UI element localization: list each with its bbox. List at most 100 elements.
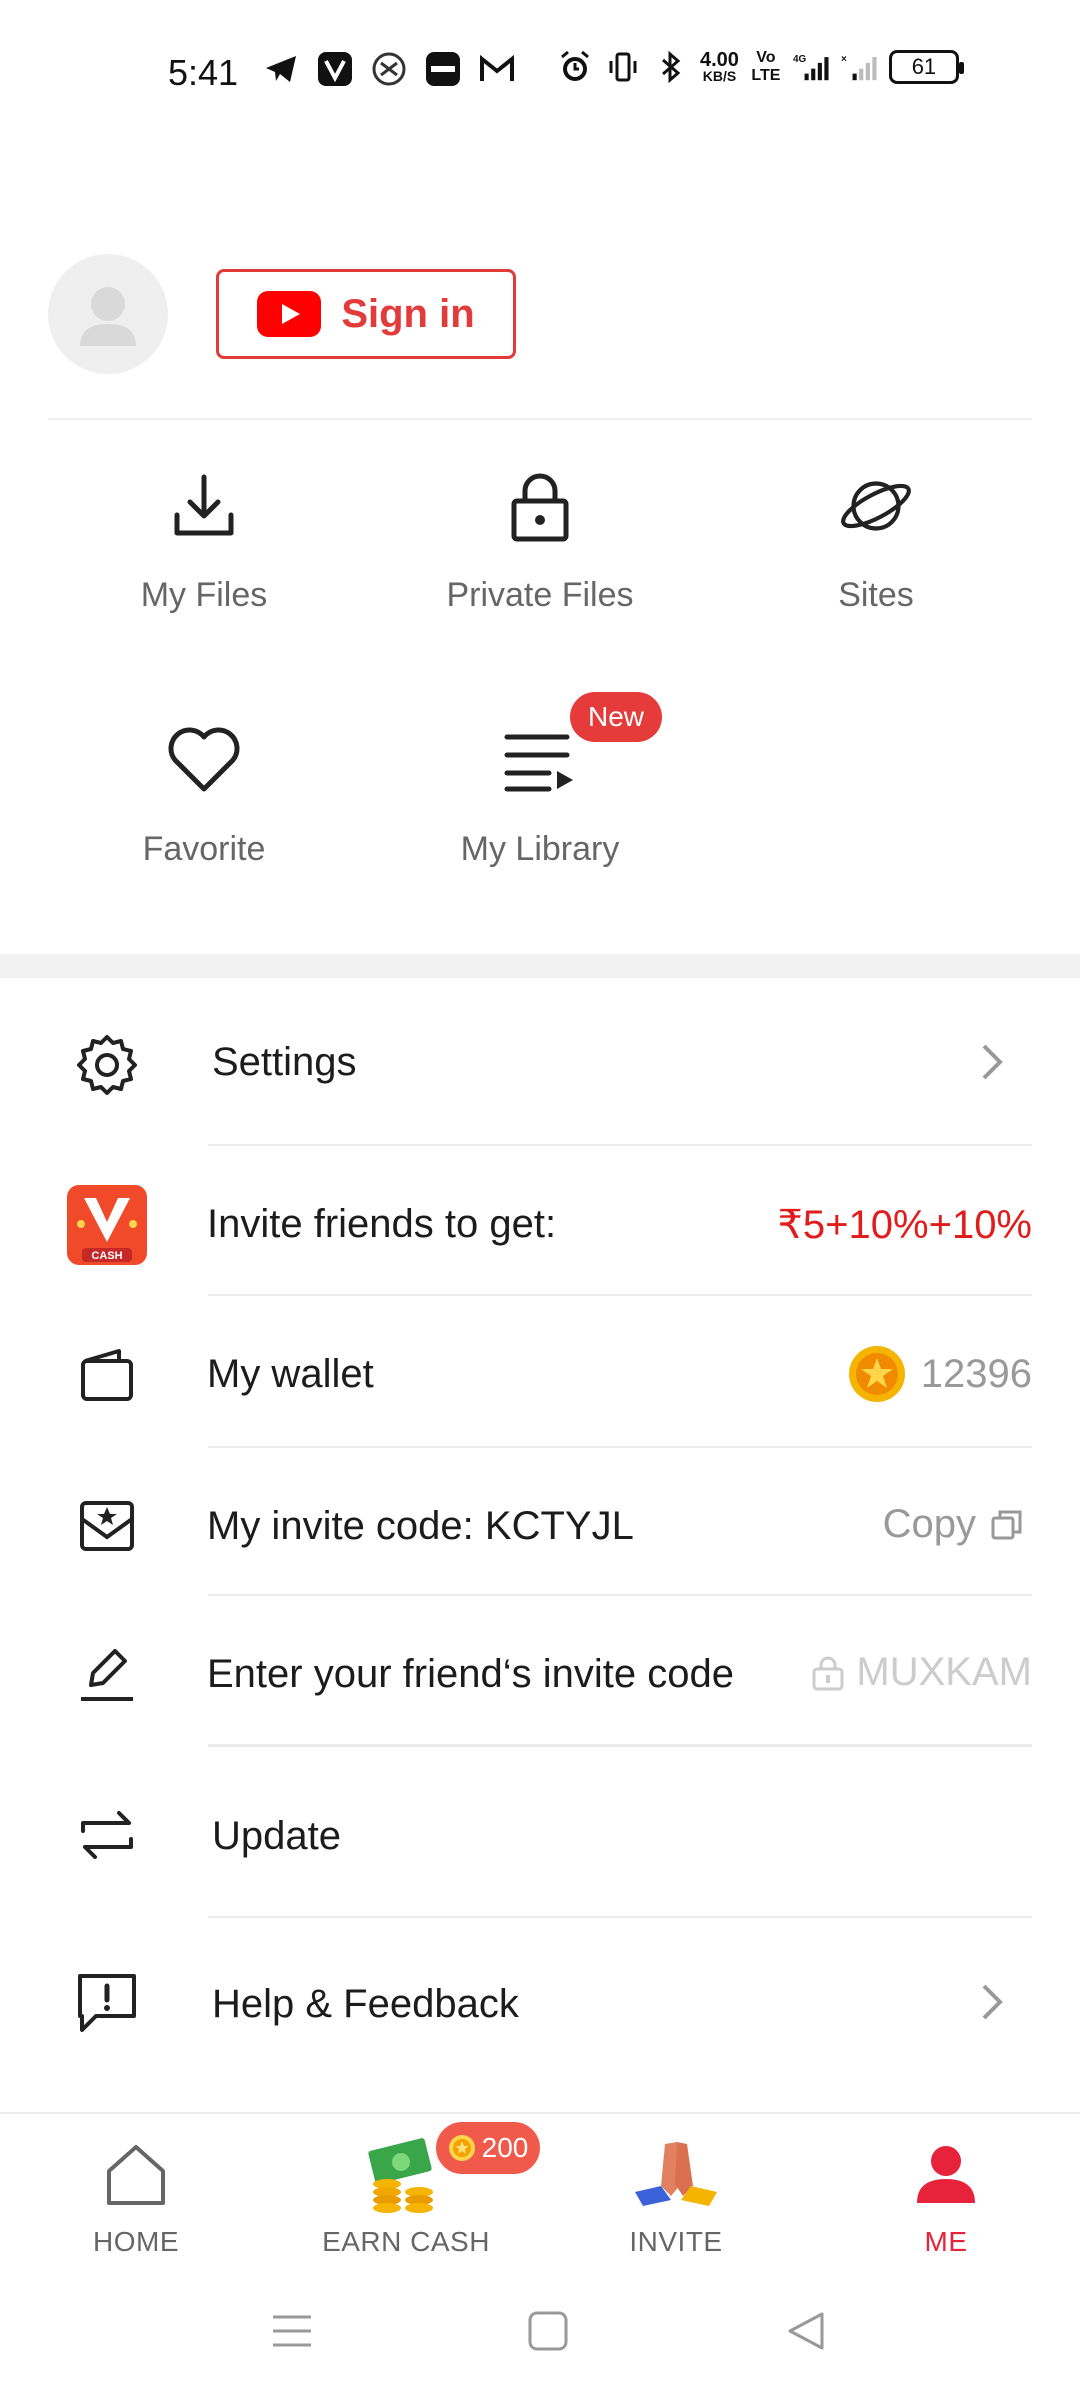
divider xyxy=(208,1594,1032,1596)
invite-icon xyxy=(631,2134,721,2214)
grid-item-private-files[interactable]: Private Files xyxy=(390,466,690,666)
bluetooth-icon xyxy=(652,48,690,86)
battery-level: 61 xyxy=(911,54,937,79)
divider xyxy=(208,1744,1032,1747)
net-speed: 4.00 KB/S xyxy=(700,49,739,83)
wallet-row[interactable]: My wallet 12396 xyxy=(0,1320,1080,1430)
copy-button[interactable]: Copy xyxy=(883,1502,1024,1547)
wallet-label: My wallet xyxy=(207,1352,374,1396)
edit-pencil-icon xyxy=(62,1628,152,1718)
friend-code-text: MUXKAM xyxy=(856,1650,1032,1694)
back-icon[interactable] xyxy=(776,2306,836,2356)
invite-code-row: My invite code: KCTYJL Copy xyxy=(0,1470,1080,1580)
menu-icon[interactable] xyxy=(262,2306,322,2356)
lock-icon xyxy=(500,466,580,546)
friend-invite-code-row[interactable]: Enter your friend‘s invite code MUXKAM xyxy=(0,1618,1080,1728)
alarm-icon xyxy=(556,48,594,86)
divider xyxy=(208,1294,1032,1296)
earn-cash-badge: 200 xyxy=(436,2122,540,2174)
gmail-icon xyxy=(478,50,516,88)
gear-icon xyxy=(62,1020,152,1110)
battery-indicator: 61 xyxy=(888,50,964,84)
home-button-icon[interactable] xyxy=(518,2306,578,2356)
grid-item-sites[interactable]: Sites xyxy=(726,466,1026,666)
feedback-icon xyxy=(62,1958,152,2048)
sign-in-label: Sign in xyxy=(341,291,475,336)
settings-label: Settings xyxy=(212,1040,357,1084)
vidmate-cash-app-icon: CASH xyxy=(62,1180,152,1270)
system-navigation-bar xyxy=(0,2262,1080,2400)
planet-icon xyxy=(836,466,916,546)
help-feedback-row[interactable]: Help & Feedback xyxy=(0,1948,1080,2058)
heart-icon xyxy=(164,720,244,800)
chevron-right-icon xyxy=(980,1042,1004,1087)
nav-me[interactable]: ME xyxy=(846,2134,1046,2258)
nav-home-label: HOME xyxy=(93,2226,179,2257)
signal-4g-icon: 4G xyxy=(793,48,831,86)
invite-code-label: My invite code: KCTYJL xyxy=(207,1504,634,1548)
system-status-icons: 4.00 KB/S Vo LTE 4G × 61 xyxy=(556,48,964,86)
friend-code-value: MUXKAM xyxy=(810,1650,1032,1695)
nav-invite-label: INVITE xyxy=(629,2226,723,2257)
divider xyxy=(208,1916,1032,1918)
nav-earn-cash-label: EARN CASH xyxy=(322,2226,490,2257)
invite-friends-row[interactable]: CASH Invite friends to get: ₹5+10%+10% xyxy=(0,1170,1080,1280)
wallet-balance: 12396 xyxy=(847,1344,1032,1404)
friend-invite-code-label: Enter your friend‘s invite code xyxy=(207,1652,734,1696)
signal-weak-icon: × xyxy=(841,48,879,86)
grid-label: Private Files xyxy=(446,576,634,614)
youtube-icon xyxy=(257,291,322,337)
coin-icon xyxy=(848,1346,905,1402)
copy-icon xyxy=(991,1510,1022,1539)
grid-item-my-files[interactable]: My Files xyxy=(54,466,354,666)
svg-text:4G: 4G xyxy=(793,54,807,65)
app-icon-text: CASH xyxy=(91,1250,122,1262)
grid-label: Favorite xyxy=(142,830,266,868)
wallet-icon xyxy=(62,1330,152,1420)
divider xyxy=(208,1446,1032,1448)
grid-label: My Library xyxy=(460,830,620,868)
playlist-icon xyxy=(500,720,580,800)
new-badge: New xyxy=(570,692,662,742)
svg-text:×: × xyxy=(841,54,847,65)
coin-icon xyxy=(448,2135,475,2161)
grid-label: My Files xyxy=(140,576,268,614)
update-label: Update xyxy=(212,1814,341,1858)
settings-row[interactable]: Settings xyxy=(0,1010,1080,1120)
telegram-icon xyxy=(262,50,300,88)
status-time: 5:41 xyxy=(168,52,239,93)
invite-friends-label: Invite friends to get: xyxy=(207,1202,557,1246)
grid-label: Sites xyxy=(838,576,914,614)
net-speed-value: 4.00 xyxy=(700,49,739,71)
grid-item-favorite[interactable]: Favorite xyxy=(54,720,354,920)
update-row[interactable]: Update xyxy=(0,1780,1080,1890)
vibrate-icon xyxy=(604,48,642,86)
nav-invite[interactable]: INVITE xyxy=(576,2134,776,2258)
help-feedback-label: Help & Feedback xyxy=(212,1982,519,2026)
wallet-balance-value: 12396 xyxy=(920,1351,1032,1396)
notification-icons xyxy=(262,50,516,88)
v-app-icon xyxy=(316,50,354,88)
sign-in-button[interactable]: Sign in xyxy=(216,269,516,359)
bottom-nav: HOME EARN CASH INVITE ME xyxy=(0,2112,1080,2262)
divider xyxy=(208,1144,1032,1146)
download-icon xyxy=(164,466,244,546)
chevron-right-icon xyxy=(980,1982,1004,2027)
paytm-icon xyxy=(424,50,462,88)
divider xyxy=(48,418,1032,420)
person-icon xyxy=(901,2134,991,2214)
home-icon xyxy=(91,2134,181,2214)
lock-icon xyxy=(812,1656,844,1690)
earn-cash-badge-value: 200 xyxy=(481,2132,529,2163)
invite-reward-value: ₹5+10%+10% xyxy=(777,1203,1032,1247)
grid-item-my-library[interactable]: My Library xyxy=(390,720,690,920)
update-arrows-icon xyxy=(62,1790,152,1880)
status-bar: 5:41 4.00 KB/S Vo LTE 4G × 61 xyxy=(0,0,1080,140)
invite-envelope-icon xyxy=(62,1480,152,1570)
shield-app-icon xyxy=(370,50,408,88)
avatar[interactable] xyxy=(48,254,168,374)
volte-indicator: Vo LTE xyxy=(751,49,781,84)
nav-me-label: ME xyxy=(924,2226,968,2257)
nav-home[interactable]: HOME xyxy=(36,2134,236,2258)
copy-label: Copy xyxy=(882,1502,976,1546)
